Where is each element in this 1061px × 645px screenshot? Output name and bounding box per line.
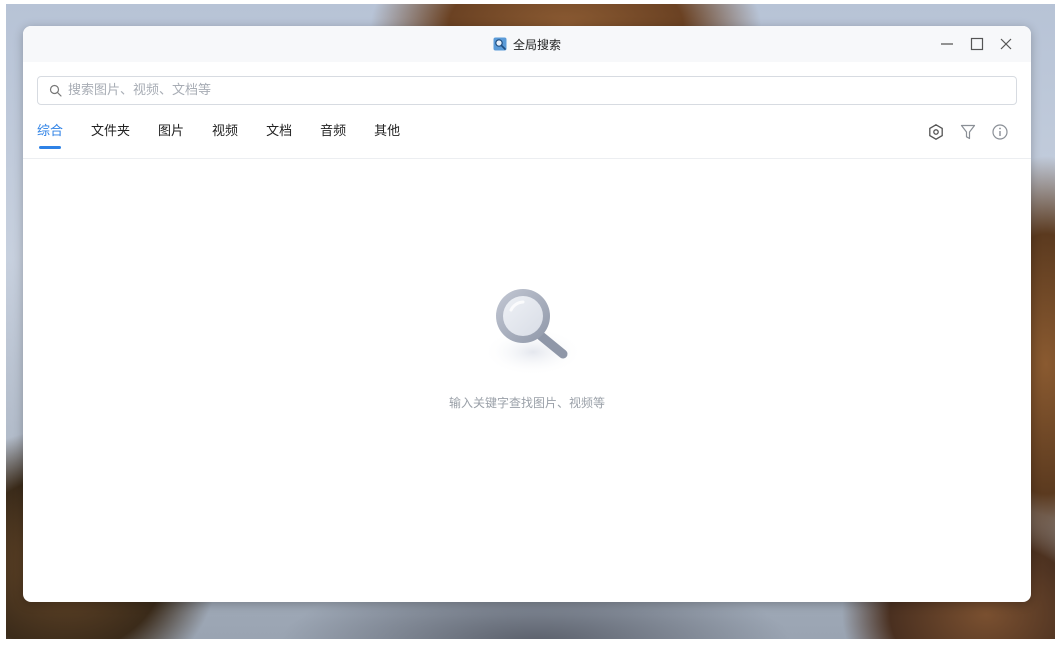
tab-all[interactable]: 综合 [37, 120, 63, 149]
minimize-button[interactable] [937, 34, 957, 54]
filter-button[interactable] [957, 121, 979, 143]
close-button[interactable] [996, 34, 1016, 54]
info-button[interactable] [989, 121, 1011, 143]
info-icon [992, 124, 1008, 140]
title-group: 全局搜索 [23, 26, 1031, 62]
maximize-icon [970, 37, 984, 51]
tab-documents[interactable]: 文档 [266, 120, 292, 144]
tab-images[interactable]: 图片 [158, 120, 184, 144]
search-icon [49, 84, 62, 97]
global-search-window: 全局搜索 搜索图片、视频、文档等 综合 文件夹 图片 视频 文档 音频 其他 输… [23, 26, 1031, 602]
close-icon [1000, 38, 1012, 50]
search-app-icon [493, 37, 507, 51]
tab-audio[interactable]: 音频 [320, 120, 346, 144]
magnifier-illustration [483, 289, 583, 376]
category-tabs: 综合 文件夹 图片 视频 文档 音频 其他 [37, 120, 428, 150]
search-box[interactable] [37, 76, 1017, 105]
tab-other[interactable]: 其他 [374, 120, 400, 144]
toolbar-icons [923, 121, 1013, 143]
tab-folders[interactable]: 文件夹 [91, 120, 130, 144]
window-title: 全局搜索 [512, 37, 561, 52]
desktop: 全局搜索 搜索图片、视频、文档等 综合 文件夹 图片 视频 文档 音频 其他 输… [0, 0, 1061, 645]
filter-icon [960, 124, 976, 140]
settings-icon [929, 124, 943, 140]
settings-button[interactable] [925, 121, 947, 143]
header-divider [23, 158, 1031, 159]
title-bar[interactable]: 全局搜索 [23, 26, 1031, 62]
maximize-button[interactable] [967, 34, 987, 54]
minimize-icon [941, 43, 953, 45]
empty-state-message: 输入关键字查找图片、视频等 [448, 396, 605, 410]
search-input[interactable] [66, 82, 970, 99]
tab-videos[interactable]: 视频 [212, 120, 238, 144]
